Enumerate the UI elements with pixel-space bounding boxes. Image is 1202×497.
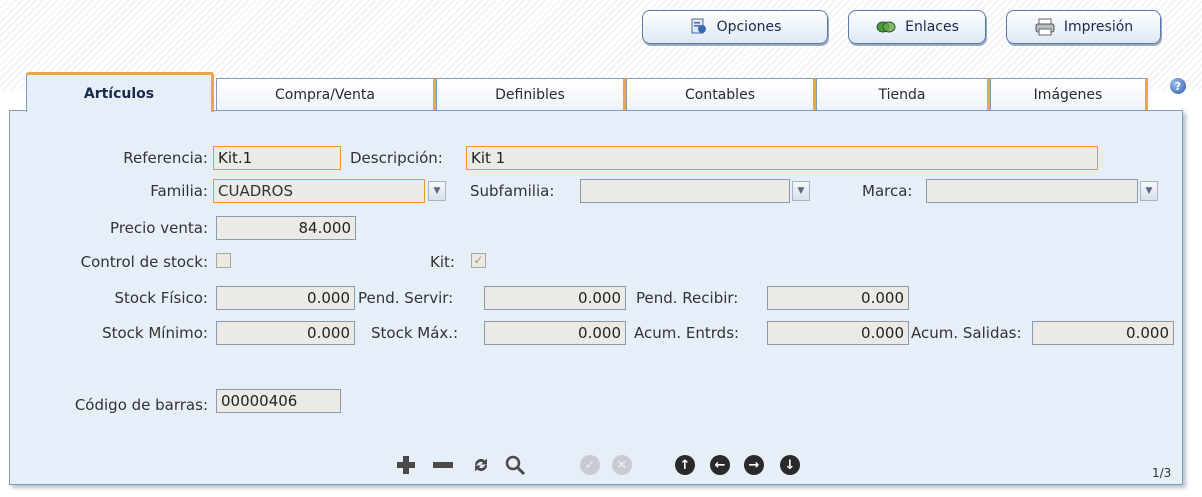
- kit-checkbox[interactable]: ✓: [471, 253, 486, 268]
- first-icon[interactable]: ↑: [675, 455, 695, 475]
- refresh-icon[interactable]: [470, 454, 492, 476]
- subfamilia-select[interactable]: [580, 179, 790, 203]
- referencia-input[interactable]: Kit.1: [213, 146, 341, 170]
- control-stock-checkbox[interactable]: [216, 253, 231, 268]
- tab-label: Tienda: [878, 86, 926, 103]
- tab-label: Artículos: [83, 85, 155, 102]
- descripcion-label: Descripción:: [350, 149, 443, 167]
- stock-max-input[interactable]: 0.000: [484, 321, 626, 345]
- stock-minimo-label: Stock Mínimo:: [102, 324, 208, 342]
- precio-venta-input[interactable]: 84.000: [216, 216, 356, 240]
- tab-label: Contables: [685, 86, 755, 103]
- acum-entrds-label: Acum. Entrds:: [634, 324, 740, 342]
- print-label: Impresión: [1063, 19, 1134, 35]
- kit-label: Kit:: [430, 253, 455, 271]
- descripcion-input[interactable]: Kit 1: [466, 146, 1098, 170]
- pend-servir-label: Pend. Servir:: [358, 289, 454, 307]
- pager-indicator: 1/3: [1152, 466, 1172, 480]
- codigo-barras-input[interactable]: 00000406: [216, 389, 341, 413]
- links-button[interactable]: Enlaces: [848, 10, 986, 44]
- add-icon[interactable]: [396, 455, 416, 475]
- next-icon[interactable]: →: [744, 455, 764, 475]
- precio-venta-label: Precio venta:: [110, 219, 208, 237]
- familia-label: Familia:: [150, 182, 208, 200]
- previous-icon[interactable]: ←: [710, 455, 730, 475]
- tab-contables[interactable]: Contables: [626, 78, 816, 110]
- options-button[interactable]: Opciones: [642, 10, 828, 44]
- search-icon[interactable]: [504, 454, 526, 476]
- tab-imagenes[interactable]: Imágenes: [990, 78, 1148, 110]
- print-button[interactable]: Impresión: [1006, 10, 1161, 44]
- control-stock-label: Control de stock:: [80, 253, 208, 271]
- options-icon: [691, 18, 706, 34]
- tab-compra-venta[interactable]: Compra/Venta: [216, 78, 436, 110]
- referencia-label: Referencia:: [123, 149, 208, 167]
- stock-minimo-input[interactable]: 0.000: [216, 321, 355, 345]
- tab-label: Imágenes: [1033, 86, 1103, 103]
- links-icon: [876, 21, 896, 33]
- confirm-icon[interactable]: ✓: [580, 455, 600, 475]
- printer-icon: [1035, 18, 1055, 36]
- familia-select[interactable]: CUADROS: [213, 179, 425, 203]
- stock-max-label: Stock Máx.:: [371, 324, 459, 342]
- pend-servir-input[interactable]: 0.000: [484, 286, 626, 310]
- tab-tienda[interactable]: Tienda: [816, 78, 990, 110]
- marca-label: Marca:: [862, 182, 913, 200]
- stock-fisico-input[interactable]: 0.000: [216, 286, 355, 310]
- options-label: Opciones: [716, 19, 782, 35]
- help-question-icon[interactable]: ?: [1170, 78, 1186, 94]
- last-icon[interactable]: ↓: [780, 455, 800, 475]
- pend-recibir-label: Pend. Recibir:: [636, 289, 739, 307]
- tab-label: Compra/Venta: [275, 86, 375, 103]
- familia-chevron-down-icon[interactable]: ▼: [428, 181, 446, 201]
- acum-entrds-input[interactable]: 0.000: [767, 321, 909, 345]
- cancel-icon[interactable]: ✕: [612, 455, 632, 475]
- marca-chevron-down-icon[interactable]: ▼: [1140, 181, 1158, 201]
- acum-salidas-input[interactable]: 0.000: [1032, 321, 1174, 345]
- tab-definibles[interactable]: Definibles: [436, 78, 626, 110]
- subfamilia-label: Subfamilia:: [470, 182, 555, 200]
- subfamilia-chevron-down-icon[interactable]: ▼: [792, 181, 810, 201]
- codigo-barras-label: Código de barras:: [74, 396, 208, 414]
- stock-fisico-label: Stock Físico:: [114, 289, 208, 307]
- remove-icon[interactable]: [432, 458, 454, 472]
- links-label: Enlaces: [905, 19, 959, 35]
- acum-salidas-label: Acum. Salidas:: [911, 324, 1022, 342]
- pend-recibir-input[interactable]: 0.000: [767, 286, 909, 310]
- tab-articulos[interactable]: Artículos: [26, 72, 214, 112]
- marca-select[interactable]: [926, 179, 1138, 203]
- tab-label: Definibles: [495, 86, 565, 103]
